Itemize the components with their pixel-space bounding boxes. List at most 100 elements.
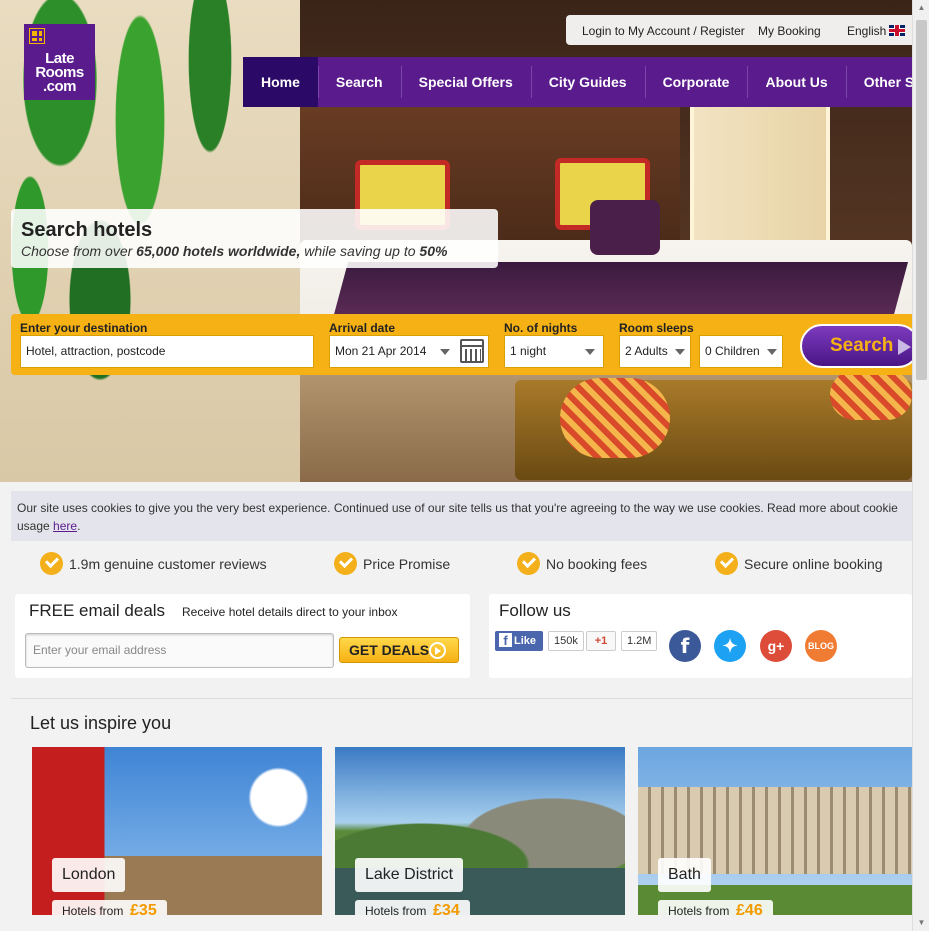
usp-label: No booking fees (546, 556, 648, 572)
hero-cushion (560, 378, 670, 458)
subtitle-hotel-count: 65,000 hotels worldwide, (136, 243, 301, 259)
card-price: Hotels from £35 (52, 900, 167, 915)
subtitle-text: while saving up to (300, 243, 420, 259)
price-value: £46 (736, 902, 763, 915)
children-select[interactable]: 0 Children (699, 335, 783, 368)
follow-us-title: Follow us (499, 601, 571, 620)
usp-price-promise: Price Promise (334, 552, 450, 576)
checkmark-icon (334, 552, 357, 575)
scroll-up-arrow-icon[interactable]: ▲ (913, 0, 929, 16)
cookie-notice: Our site uses cookies to give you the ve… (11, 491, 912, 541)
twitter-icon[interactable]: ✦ (714, 630, 746, 662)
uk-flag-icon (889, 25, 906, 36)
price-label: Hotels from (668, 904, 730, 915)
adults-value: 2 Adults (625, 344, 668, 358)
arrival-date-select[interactable]: Mon 21 Apr 2014 (329, 335, 489, 368)
subtitle-text: Choose from over (21, 243, 137, 259)
logo-window-icon (29, 28, 45, 44)
google-plus-one-button[interactable]: +1 (586, 631, 616, 651)
nav-special-offers[interactable]: Special Offers (400, 57, 531, 107)
destination-label: Enter your destination (20, 321, 148, 335)
login-register-link[interactable]: Login to My Account / Register (582, 24, 745, 38)
inspire-title: Let us inspire you (30, 713, 172, 733)
checkmark-icon (40, 552, 63, 575)
calendar-icon[interactable] (460, 339, 484, 363)
price-label: Hotels from (365, 904, 427, 915)
nav-other-services[interactable]: Other Services (845, 57, 912, 107)
price-value: £35 (130, 902, 157, 915)
nav-home[interactable]: Home (243, 57, 318, 107)
search-subtitle: Choose from over 65,000 hotels worldwide… (21, 243, 488, 259)
card-price: Hotels from £34 (355, 900, 470, 915)
adults-select[interactable]: 2 Adults (619, 335, 691, 368)
nav-about-us[interactable]: About Us (747, 57, 845, 107)
blog-icon[interactable]: BLOG (805, 630, 837, 662)
usp-secure-booking: Secure online booking (715, 552, 883, 576)
facebook-like-count: 150k (548, 631, 584, 651)
search-title: Search hotels (21, 219, 153, 241)
email-deals-subtitle: Receive hotel details direct to your inb… (182, 605, 398, 619)
children-value: 0 Children (705, 344, 760, 358)
search-button[interactable]: Search (800, 324, 912, 368)
follow-us-panel: Follow us Like 150k +1 1.2M f ✦ g+ BLOG (489, 594, 912, 678)
chevron-down-icon (675, 349, 685, 355)
email-deals-title: FREE email deals (29, 601, 166, 620)
vertical-scrollbar[interactable]: ▲ ▼ (912, 0, 929, 931)
email-deals-panel: FREE email deals Receive hotel details d… (15, 594, 470, 678)
facebook-icon[interactable]: f (669, 630, 701, 662)
scrollbar-thumb[interactable] (916, 20, 927, 380)
destination-input[interactable]: Hotel, attraction, postcode (20, 335, 314, 368)
play-arrow-icon (898, 339, 911, 355)
usp-label: 1.9m genuine customer reviews (69, 556, 267, 572)
section-divider (11, 698, 912, 699)
cookie-text-end: . (77, 519, 81, 533)
get-deals-button[interactable]: GET DEALS (339, 637, 459, 663)
card-city: Bath (658, 858, 711, 892)
facebook-like-button[interactable]: Like (495, 631, 543, 651)
language-label: English (847, 24, 887, 38)
logo-text: Late Rooms .com (24, 51, 95, 95)
hero-bed-throw (331, 262, 909, 322)
arrival-label: Arrival date (329, 321, 396, 335)
nights-select[interactable]: 1 night (504, 335, 604, 368)
destination-card-lake-district[interactable]: Lake District Hotels from £34 (335, 747, 625, 915)
usp-reviews: 1.9m genuine customer reviews (40, 552, 267, 576)
get-deals-label: GET DEALS (349, 642, 430, 658)
price-value: £34 (433, 902, 460, 915)
destination-card-bath[interactable]: Bath Hotels from £46 (638, 747, 912, 915)
chevron-down-icon (585, 349, 595, 355)
checkmark-icon (715, 552, 738, 575)
my-booking-link[interactable]: My Booking (758, 24, 821, 38)
email-input[interactable]: Enter your email address (25, 633, 334, 668)
hero-cushion (830, 370, 912, 420)
card-city: Lake District (355, 858, 464, 892)
usp-label: Price Promise (363, 556, 451, 572)
destination-card-london[interactable]: London Hotels from £35 (32, 747, 322, 915)
nav-city-guides[interactable]: City Guides (530, 57, 645, 107)
nav-corporate[interactable]: Corporate (644, 57, 748, 107)
cookie-here-link[interactable]: here (53, 519, 77, 533)
logo-line: .com (42, 78, 77, 95)
nav-search[interactable]: Search (317, 57, 401, 107)
page: Late Rooms .com Login to My Account / Re… (0, 0, 912, 931)
chevron-down-icon (440, 349, 450, 355)
language-selector[interactable]: English (847, 24, 906, 38)
usp-label: Secure online booking (744, 556, 883, 572)
card-city: London (52, 858, 126, 892)
room-sleeps-label: Room sleeps (619, 321, 694, 335)
laterooms-logo[interactable]: Late Rooms .com (24, 24, 95, 100)
hero-pillow (590, 200, 660, 255)
nights-label: No. of nights (504, 321, 578, 335)
usp-no-fees: No booking fees (517, 552, 647, 576)
search-button-label: Search (830, 335, 894, 356)
arrival-date-value: Mon 21 Apr 2014 (335, 344, 427, 358)
arrow-right-icon (429, 642, 446, 659)
hotel-search-form: Enter your destination Hotel, attraction… (11, 314, 912, 375)
card-price: Hotels from £46 (658, 900, 773, 915)
price-label: Hotels from (62, 904, 124, 915)
main-nav: Home Search Special Offers City Guides C… (243, 57, 912, 107)
subtitle-saving: 50% (419, 243, 448, 259)
google-plus-icon[interactable]: g+ (760, 630, 792, 662)
account-bar: Login to My Account / Register My Bookin… (566, 15, 912, 45)
scroll-down-arrow-icon[interactable]: ▼ (913, 915, 929, 931)
